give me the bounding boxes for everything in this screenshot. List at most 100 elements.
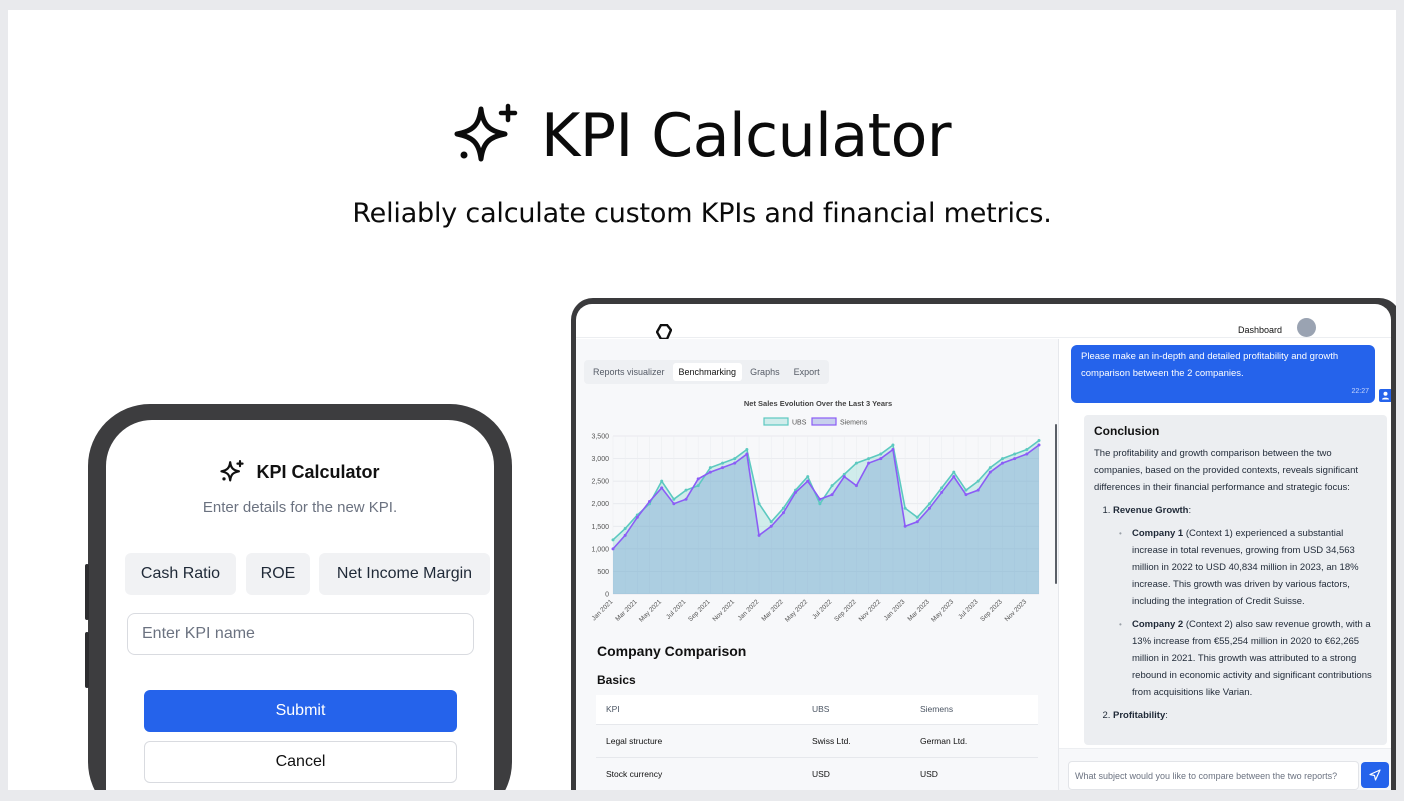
nav-dashboard-link[interactable]: Dashboard [1238,325,1282,335]
data-point [648,499,652,503]
laptop-screen: Dashboard Reports visualizer Benchmarkin… [576,304,1391,790]
data-point [672,502,676,506]
avatar[interactable] [1297,318,1316,337]
basics-heading: Basics [597,673,636,687]
table-header: Siemens [910,695,1038,725]
data-point [1013,457,1017,461]
app-logo-icon[interactable] [656,324,672,340]
user-message-text: Please make an in-depth and detailed pro… [1081,351,1339,379]
data-point [672,497,676,501]
x-tick-label: May 2021 [638,598,663,623]
data-point [964,488,968,492]
tab-export[interactable]: Export [788,363,826,381]
data-point [891,443,895,447]
x-tick-label: Mar 2021 [614,598,639,623]
hero-subtitle: Reliably calculate custom KPIs and finan… [352,198,1052,229]
y-tick-label: 1,000 [591,546,609,553]
send-button[interactable] [1361,762,1389,788]
tab-benchmarking[interactable]: Benchmarking [672,363,743,381]
table-row: Legal structure Swiss Ltd. German Ltd. [596,724,1038,758]
data-point [879,452,883,456]
kpi-chip-net-income-margin[interactable]: Net Income Margin [319,553,490,595]
table-header: UBS [802,695,910,725]
data-point [952,470,956,474]
tab-reports-visualizer[interactable]: Reports visualizer [587,363,671,381]
data-point [721,466,725,470]
kpi-name-input[interactable] [127,613,474,655]
chat-pane: Please make an in-depth and detailed pro… [1058,339,1391,790]
sparkles-icon [454,103,518,162]
data-point [976,479,980,483]
item-title: Profitability [1113,710,1166,721]
data-point [623,533,627,537]
data-point [940,486,944,490]
y-tick-label: 3,000 [591,456,609,463]
x-tick-label: Mar 2023 [906,598,931,623]
table-cell: Legal structure [596,724,802,758]
phone-screen: KPI Calculator Enter details for the new… [106,420,494,790]
phone-app-title: KPI Calculator [106,460,494,484]
data-point [854,484,858,488]
x-tick-label: Nov 2023 [1004,598,1029,623]
data-point [879,457,883,461]
table-cell: USD [802,757,910,790]
list-item: Company 2 (Context 2) also saw revenue g… [1119,616,1377,701]
submit-button[interactable]: Submit [144,690,457,732]
data-point [842,475,846,479]
cancel-button[interactable]: Cancel [144,741,457,783]
chat-input[interactable] [1068,761,1359,790]
data-point [757,533,761,537]
data-point [927,502,931,506]
x-tick-label: Mar 2022 [760,598,785,623]
x-tick-label: Nov 2021 [712,598,737,623]
data-point [757,502,761,506]
data-point [745,452,749,456]
data-point [867,461,871,465]
data-point [927,506,931,510]
data-point [623,527,627,531]
x-tick-label: Jul 2022 [811,598,834,621]
data-point [818,497,822,501]
phone-side-button [85,564,89,620]
data-point [745,448,749,452]
data-point [708,470,712,474]
data-point [781,511,785,515]
assistant-message: Conclusion The profitability and growth … [1084,415,1387,745]
laptop-mockup: Dashboard Reports visualizer Benchmarkin… [571,298,1396,790]
data-point [660,486,664,490]
data-point [684,497,688,501]
x-tick-label: Jul 2021 [665,598,688,621]
data-point [721,461,725,465]
data-point [915,520,919,524]
benchmark-pane: Reports visualizer Benchmarking Graphs E… [576,339,1058,790]
send-icon [1369,769,1381,781]
promo-frame: KPI Calculator Reliably calculate custom… [8,10,1396,790]
y-tick-label: 1,500 [591,524,609,531]
x-tick-label: Sep 2022 [833,598,858,623]
data-point [903,506,907,510]
x-tick-label: May 2022 [784,598,809,623]
company-name: Company 1 [1132,528,1184,539]
kpi-chip-cash-ratio[interactable]: Cash Ratio [125,553,236,595]
message-timestamp: 22:27 [1351,388,1369,395]
hero-title-text: KPI Calculator [541,101,951,171]
scrollbar[interactable] [1055,424,1057,584]
x-tick-label: Jan 2022 [737,598,761,622]
data-point [794,490,798,494]
table-cell: USD [910,757,1038,790]
data-point [964,493,968,497]
series-area [613,440,1039,594]
list-item: Company 1 (Context 1) experienced a subs… [1119,525,1377,610]
y-tick-label: 500 [597,569,609,576]
kpi-chip-roe[interactable]: ROE [246,553,310,595]
sparkles-icon [220,460,245,482]
phone-title-text: KPI Calculator [256,461,380,482]
legend-swatch [811,417,837,426]
x-tick-label: Jan 2023 [883,598,907,622]
x-tick-label: Sep 2023 [979,598,1004,623]
data-point [1000,461,1004,465]
data-point [976,488,980,492]
tab-graphs[interactable]: Graphs [744,363,786,381]
data-point [696,477,700,481]
data-point [733,461,737,465]
